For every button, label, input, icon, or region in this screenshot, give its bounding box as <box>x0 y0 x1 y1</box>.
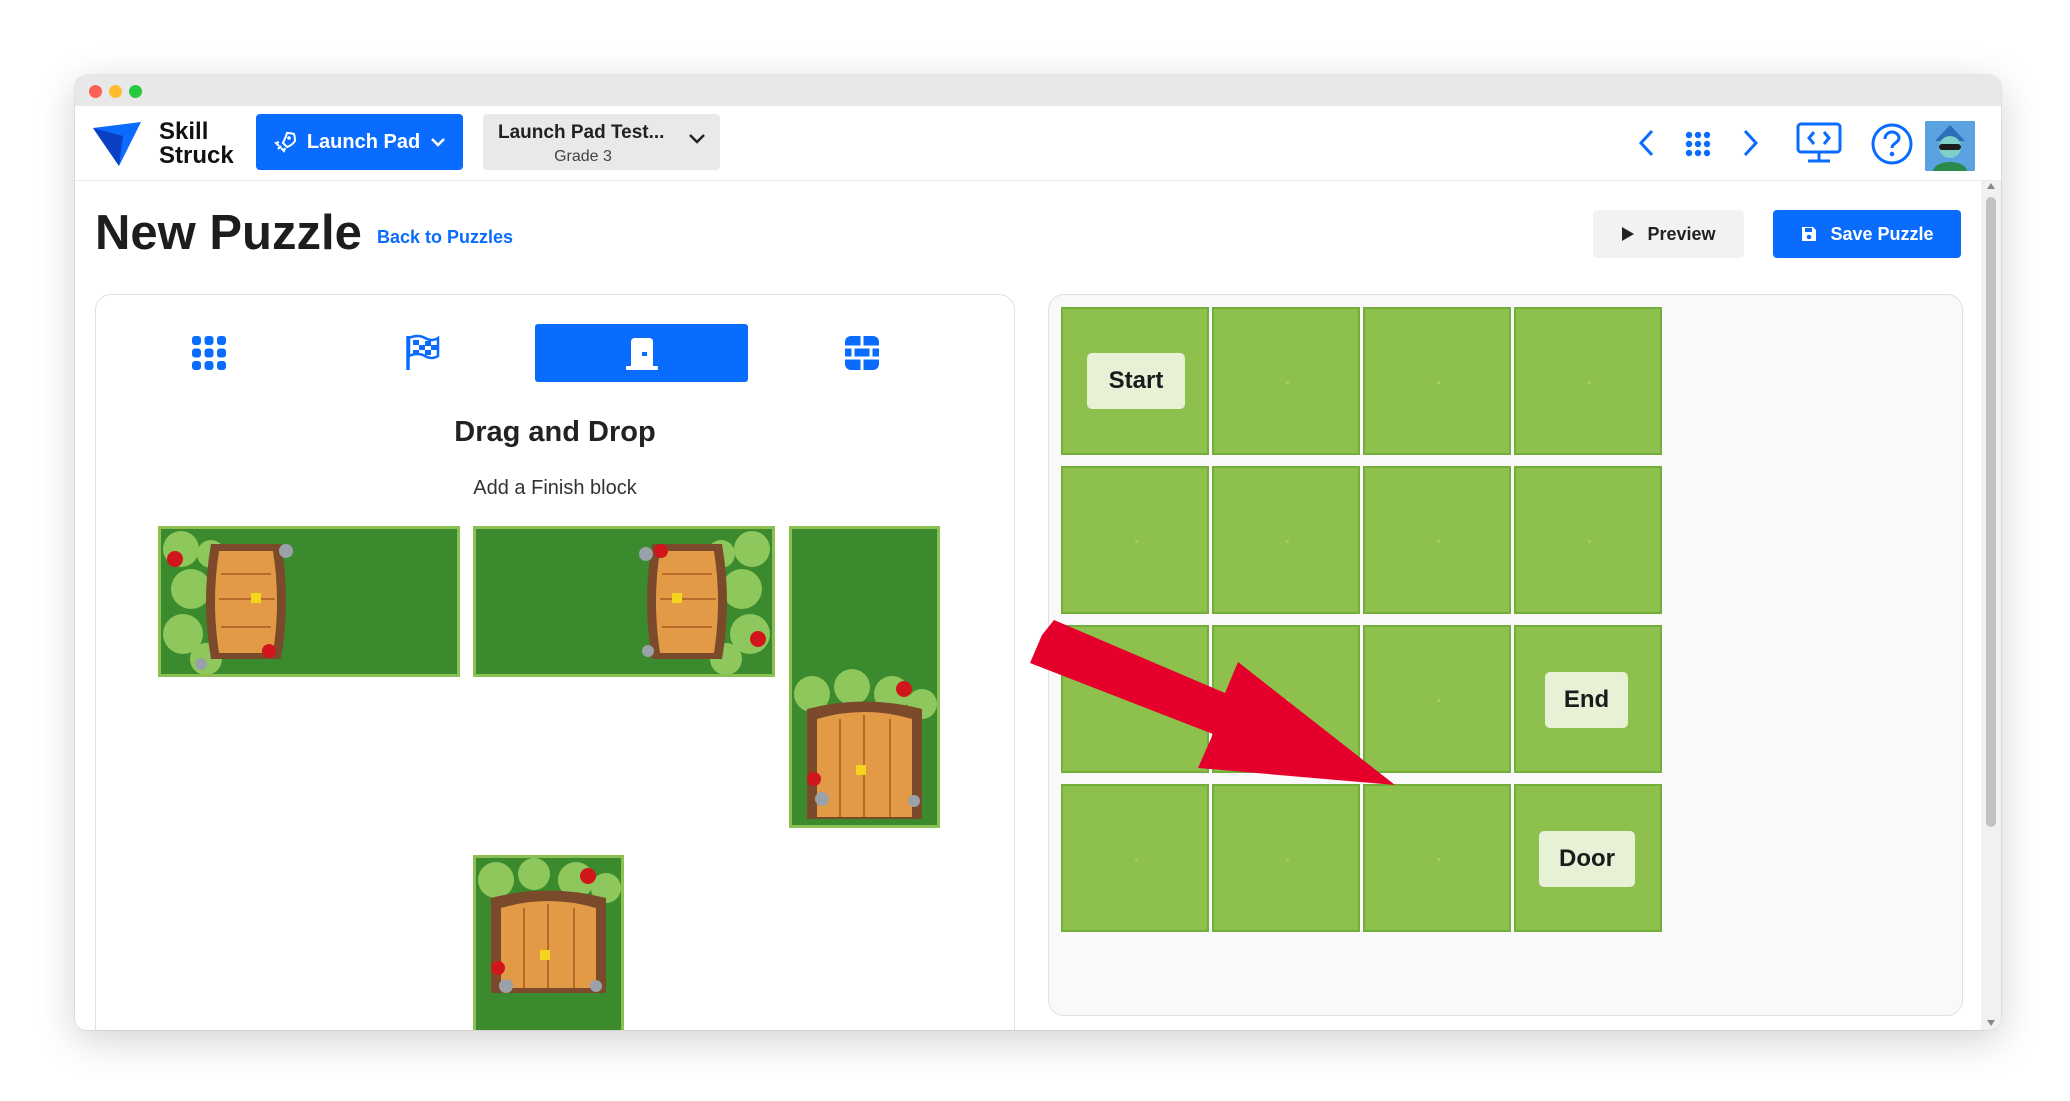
door-tile-right[interactable] <box>473 526 775 677</box>
class-grade: Grade 3 <box>554 148 612 165</box>
tab-door[interactable] <box>535 324 748 382</box>
class-selector[interactable]: Launch Pad Test... Grade 3 <box>483 114 720 170</box>
grid-cell-r4c2[interactable] <box>1212 784 1360 932</box>
door-left-icon <box>161 529 457 674</box>
door-bottom-icon <box>792 529 937 825</box>
door-block[interactable]: Door <box>1539 831 1635 887</box>
panel-instruction: Add a Finish block <box>473 477 637 499</box>
app-header: Skill Struck Launch Pad Launch Pad Test.… <box>75 106 2001 181</box>
launch-pad-button[interactable]: Launch Pad <box>256 114 463 170</box>
save-icon <box>1802 227 1817 241</box>
checkered-flag-icon <box>405 334 439 370</box>
grid-cell-r2c1[interactable] <box>1061 466 1209 614</box>
grid-cell-r2c4[interactable] <box>1514 466 1662 614</box>
skillstruck-logo[interactable]: Skill Struck <box>93 118 243 170</box>
end-block[interactable]: End <box>1545 672 1628 728</box>
grid-cell-r3c2[interactable] <box>1212 625 1360 773</box>
logo-line-2: Struck <box>159 142 234 169</box>
chevron-down-icon <box>689 134 705 144</box>
grid-icon <box>191 336 226 370</box>
avatar-icon <box>1925 121 1975 171</box>
back-to-puzzles-link[interactable]: Back to Puzzles <box>377 227 513 248</box>
grid-cell-r4c1[interactable] <box>1061 784 1209 932</box>
scroll-up-arrow[interactable] <box>1987 183 1995 189</box>
page-scrollbar[interactable] <box>1981 181 2001 1030</box>
door-icon <box>625 338 658 370</box>
grid-cell-r1c2[interactable] <box>1212 307 1360 455</box>
minimize-window-button[interactable] <box>109 85 122 98</box>
save-puzzle-label: Save Puzzle <box>1830 223 1934 244</box>
rocket-icon <box>273 131 296 153</box>
grid-cell-r2c2[interactable] <box>1212 466 1360 614</box>
tab-wall[interactable] <box>755 324 968 382</box>
close-window-button[interactable] <box>89 85 102 98</box>
monitor-code-icon[interactable] <box>1795 121 1843 165</box>
block-palette-panel: Drag and Drop Add a Finish block <box>95 294 1015 1030</box>
launch-pad-label: Launch Pad <box>306 130 421 153</box>
grid-cell-r3c1[interactable] <box>1061 625 1209 773</box>
help-icon[interactable] <box>1870 122 1914 166</box>
panel-heading: Drag and Drop <box>454 416 656 448</box>
tab-finish-flag[interactable] <box>315 324 528 382</box>
preview-label: Preview <box>1647 223 1716 244</box>
grid-cell-r3c3[interactable] <box>1363 625 1511 773</box>
door-tile-top[interactable] <box>473 855 624 1030</box>
logo-line-1: Skill <box>159 118 209 145</box>
chevron-left-icon[interactable] <box>1637 128 1657 158</box>
grid-cell-r1c3[interactable] <box>1363 307 1511 455</box>
chevron-right-icon[interactable] <box>1740 128 1760 158</box>
logo-icon <box>93 122 141 166</box>
browser-window: Skill Struck Launch Pad Launch Pad Test.… <box>75 75 2001 1030</box>
page-title: New Puzzle <box>95 206 362 260</box>
logo-text: Skill Struck <box>159 120 234 168</box>
scroll-down-arrow[interactable] <box>1987 1020 1995 1026</box>
door-top-icon <box>476 858 621 1030</box>
grid-cell-r2c3[interactable] <box>1363 466 1511 614</box>
user-avatar[interactable] <box>1925 121 1975 171</box>
class-name: Launch Pad Test... <box>498 122 665 143</box>
tab-grid[interactable] <box>102 324 315 382</box>
window-titlebar <box>75 75 2001 106</box>
door-tile-bottom[interactable] <box>789 526 940 828</box>
maximize-window-button[interactable] <box>129 85 142 98</box>
brick-wall-icon <box>844 336 879 370</box>
grid-cell-r4c3[interactable] <box>1363 784 1511 932</box>
grid-cell-r1c4[interactable] <box>1514 307 1662 455</box>
preview-button[interactable]: Preview <box>1593 210 1744 258</box>
grid-icon[interactable] <box>1685 131 1711 157</box>
save-puzzle-button[interactable]: Save Puzzle <box>1773 210 1961 258</box>
chevron-down-icon <box>431 138 446 147</box>
play-icon <box>1622 227 1635 241</box>
door-tile-left[interactable] <box>158 526 460 677</box>
scrollbar-thumb[interactable] <box>1986 197 1996 827</box>
main-content: New Puzzle Back to Puzzles Preview Save … <box>75 181 1981 1030</box>
puzzle-board-panel: Start End Door <box>1048 294 1963 1016</box>
start-block[interactable]: Start <box>1087 353 1185 409</box>
door-right-icon <box>476 529 772 674</box>
